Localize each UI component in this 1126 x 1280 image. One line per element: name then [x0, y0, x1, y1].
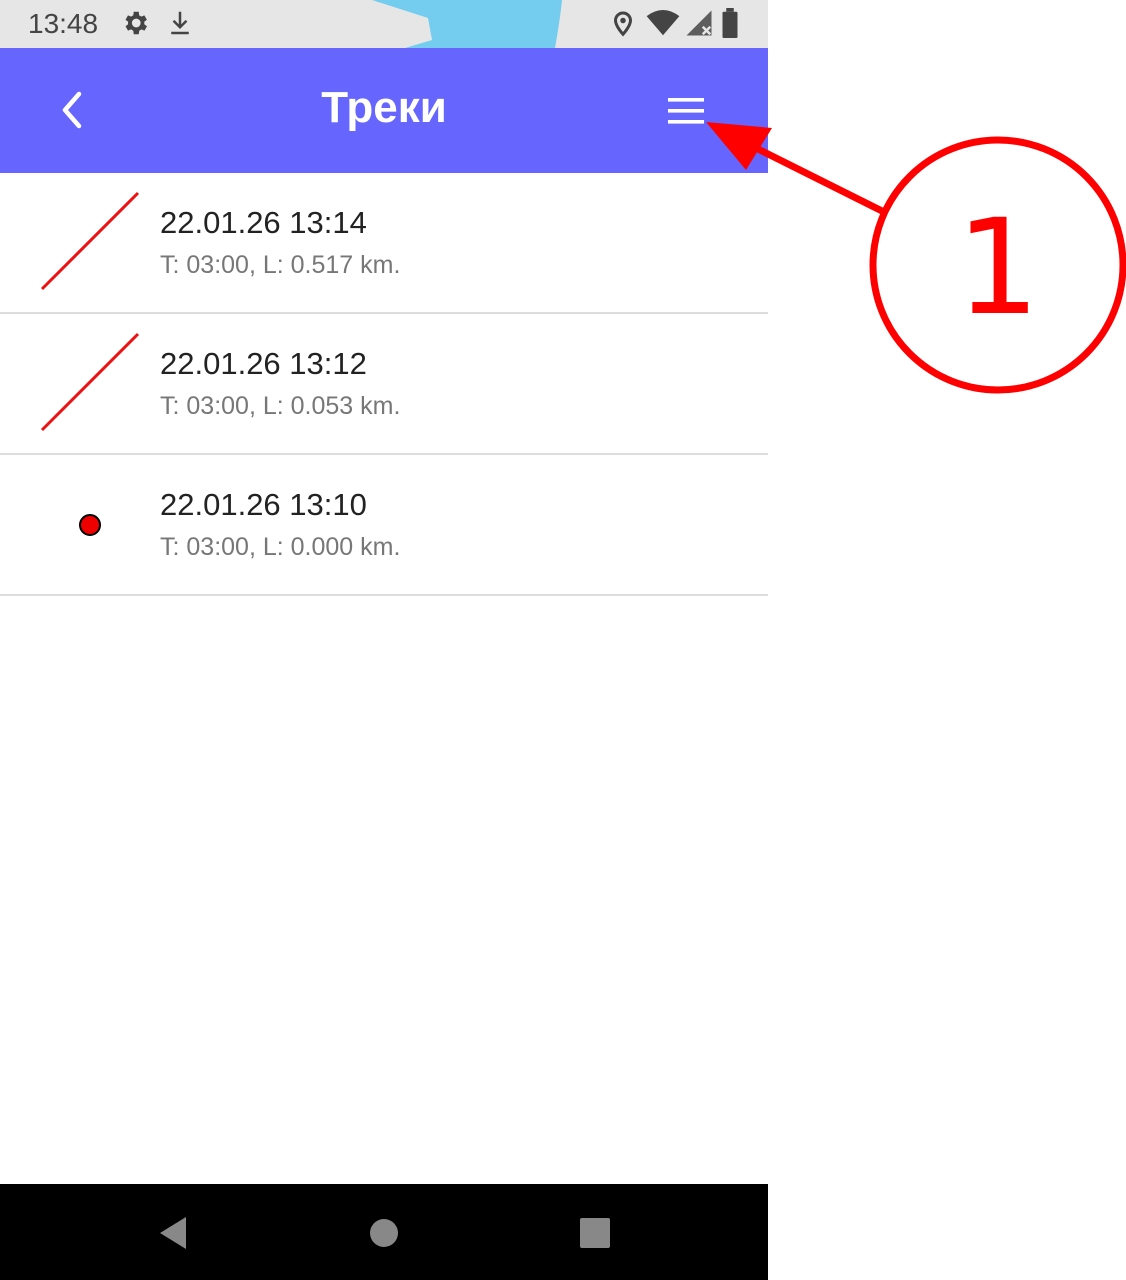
track-line-thumbnail-icon	[40, 191, 140, 291]
menu-button[interactable]	[656, 86, 716, 136]
track-list: 22.01.26 13:14 T: 03:00, L: 0.517 km. 22…	[0, 173, 768, 596]
gear-icon	[120, 8, 150, 43]
page: 13:48 Треки 22.01.26 13:14 T: 03:00, L: …	[0, 0, 1126, 1280]
battery-icon	[720, 8, 740, 43]
track-title: 22.01.26 13:10	[160, 487, 367, 522]
location-icon	[608, 8, 638, 43]
track-dot-thumbnail-icon	[79, 514, 101, 536]
track-title: 22.01.26 13:12	[160, 346, 367, 381]
back-button[interactable]	[42, 78, 102, 142]
status-bar: 13:48	[0, 0, 768, 48]
annotation-label: 1	[956, 191, 1040, 345]
nav-home-button[interactable]	[359, 1208, 409, 1258]
home-circle-icon	[370, 1219, 398, 1247]
nav-recents-button[interactable]	[570, 1208, 620, 1258]
track-item[interactable]: 22.01.26 13:12 T: 03:00, L: 0.053 km.	[0, 314, 768, 455]
wifi-icon	[646, 8, 680, 43]
track-subtitle: T: 03:00, L: 0.517 km.	[160, 251, 401, 279]
track-subtitle: T: 03:00, L: 0.000 km.	[160, 533, 401, 561]
track-line-thumbnail-icon	[40, 332, 140, 432]
track-subtitle: T: 03:00, L: 0.053 km.	[160, 392, 401, 420]
track-item[interactable]: 22.01.26 13:14 T: 03:00, L: 0.517 km.	[0, 173, 768, 314]
track-item[interactable]: 22.01.26 13:10 T: 03:00, L: 0.000 km.	[0, 455, 768, 596]
page-title: Треки	[321, 83, 447, 132]
hamburger-menu-icon	[668, 98, 704, 124]
signal-icon	[684, 8, 714, 43]
app-bar: Треки	[0, 48, 768, 173]
chevron-left-icon	[62, 91, 82, 129]
recents-square-icon	[580, 1218, 610, 1248]
status-time: 13:48	[28, 8, 99, 39]
back-triangle-icon	[160, 1217, 186, 1249]
navigation-bar	[0, 1184, 768, 1280]
track-title: 22.01.26 13:14	[160, 205, 367, 240]
nav-back-button[interactable]	[148, 1208, 198, 1258]
phone-screen: 13:48 Треки 22.01.26 13:14 T: 03:00, L: …	[0, 0, 768, 1280]
download-icon	[165, 8, 195, 43]
